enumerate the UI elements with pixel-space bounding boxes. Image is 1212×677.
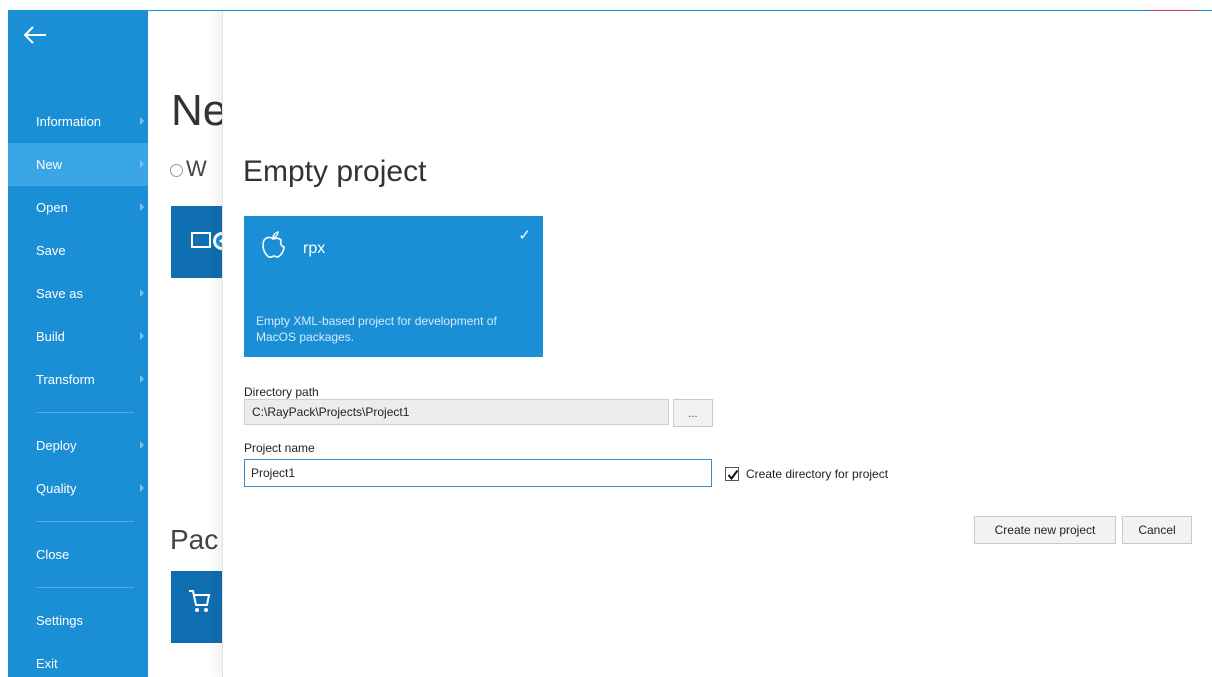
checkbox[interactable] bbox=[725, 467, 739, 481]
sidebar-item-label: Save as bbox=[36, 286, 83, 301]
sidebar-item-label: New bbox=[36, 157, 63, 172]
sidebar-divider bbox=[36, 521, 134, 522]
sidebar-item-label: Information bbox=[36, 114, 102, 129]
browse-button[interactable]: ... bbox=[673, 399, 713, 427]
chevron-right-icon bbox=[140, 332, 144, 340]
sidebar-item-label: Close bbox=[36, 547, 70, 562]
sidebar-item-label: Save bbox=[36, 243, 66, 258]
sidebar-item-information[interactable]: Information bbox=[8, 100, 148, 143]
create-new-project-button[interactable]: Create new project bbox=[974, 516, 1116, 544]
sidebar-item-new[interactable]: New bbox=[8, 143, 148, 186]
sidebar-divider bbox=[36, 587, 134, 588]
panel-title: Empty project bbox=[243, 155, 427, 188]
packages-section-title: Pac bbox=[170, 524, 219, 555]
chevron-right-icon bbox=[140, 203, 144, 211]
sidebar-item-label: Settings bbox=[36, 613, 83, 628]
chevron-right-icon bbox=[140, 160, 144, 168]
chevron-right-icon bbox=[140, 441, 144, 449]
project-name-input[interactable]: Project1 bbox=[244, 459, 712, 487]
directory-path-input[interactable]: C:\RayPack\Projects\Project1 bbox=[244, 399, 669, 425]
sidebar-item-close[interactable]: Close bbox=[8, 533, 148, 576]
sidebar-item-save[interactable]: Save bbox=[8, 229, 148, 272]
sidebar-item-label: Build bbox=[36, 329, 65, 344]
sidebar-item-label: Transform bbox=[36, 372, 95, 387]
store-tile[interactable] bbox=[171, 571, 223, 643]
sidebar-item-label: Deploy bbox=[36, 438, 77, 453]
selected-check-icon: ✓ bbox=[518, 227, 531, 244]
sidebar-item-exit[interactable]: Exit bbox=[8, 642, 148, 677]
sidebar-divider bbox=[36, 412, 134, 413]
project-name-label: Project name bbox=[244, 441, 315, 455]
app-window: Information New Open Save Save as Build … bbox=[0, 0, 1212, 677]
empty-project-panel: Empty project rpx ✓ Empty XML-based proj… bbox=[222, 11, 1212, 677]
sidebar-item-quality[interactable]: Quality bbox=[8, 467, 148, 510]
wizard-option-label: W bbox=[186, 156, 207, 181]
check-icon bbox=[727, 469, 739, 481]
apple-icon bbox=[262, 231, 285, 258]
wizard-radio[interactable] bbox=[170, 164, 183, 177]
sidebar-nav: Information New Open Save Save as Build … bbox=[8, 100, 148, 677]
back-arrow-icon[interactable] bbox=[22, 24, 48, 46]
sidebar-item-save-as[interactable]: Save as bbox=[8, 272, 148, 315]
directory-path-label: Directory path bbox=[244, 385, 319, 399]
chevron-right-icon bbox=[140, 289, 144, 297]
sidebar-item-open[interactable]: Open bbox=[8, 186, 148, 229]
chevron-right-icon bbox=[140, 117, 144, 125]
sidebar-item-label: Exit bbox=[36, 656, 58, 671]
template-description: Empty XML-based project for development … bbox=[256, 314, 497, 344]
sidebar: Information New Open Save Save as Build … bbox=[8, 10, 148, 677]
sidebar-item-settings[interactable]: Settings bbox=[8, 599, 148, 642]
window-icon bbox=[191, 232, 211, 248]
template-card-rpx[interactable]: rpx ✓ Empty XML-based project for develo… bbox=[244, 216, 543, 357]
sidebar-item-label: Open bbox=[36, 200, 68, 215]
chevron-right-icon bbox=[140, 375, 144, 383]
shopping-cart-icon bbox=[189, 590, 211, 612]
sidebar-item-transform[interactable]: Transform bbox=[8, 358, 148, 401]
sidebar-item-label: Quality bbox=[36, 481, 77, 496]
chevron-right-icon bbox=[140, 484, 144, 492]
cancel-button[interactable]: Cancel bbox=[1122, 516, 1192, 544]
create-directory-label: Create directory for project bbox=[746, 467, 889, 481]
template-name: rpx bbox=[303, 240, 326, 257]
sidebar-item-deploy[interactable]: Deploy bbox=[8, 424, 148, 467]
sidebar-item-build[interactable]: Build bbox=[8, 315, 148, 358]
